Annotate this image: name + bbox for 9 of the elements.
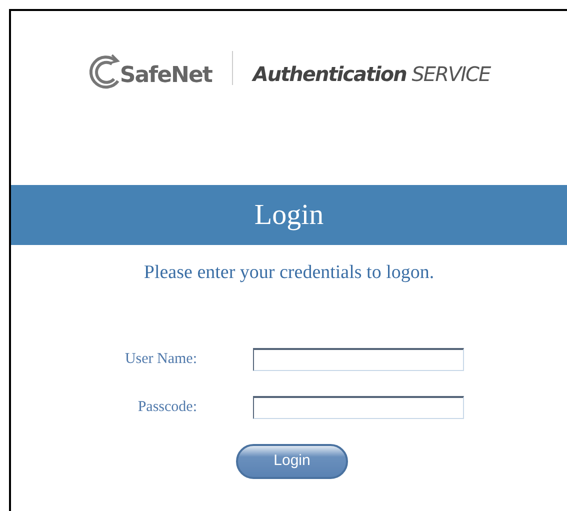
input-field[interactable]: [253, 348, 464, 370]
brand-name: SafeNet: [120, 62, 212, 90]
input-field[interactable]: [253, 396, 464, 418]
field-label: User Name:: [124, 350, 197, 369]
product-name: Authentication SERVICE: [252, 61, 490, 88]
login-button[interactable]: Login: [236, 444, 348, 478]
login-banner: Login: [11, 185, 567, 245]
instructions-text: Please enter your credentials to logon.: [142, 261, 436, 285]
field-label: Passcode:: [136, 398, 197, 417]
